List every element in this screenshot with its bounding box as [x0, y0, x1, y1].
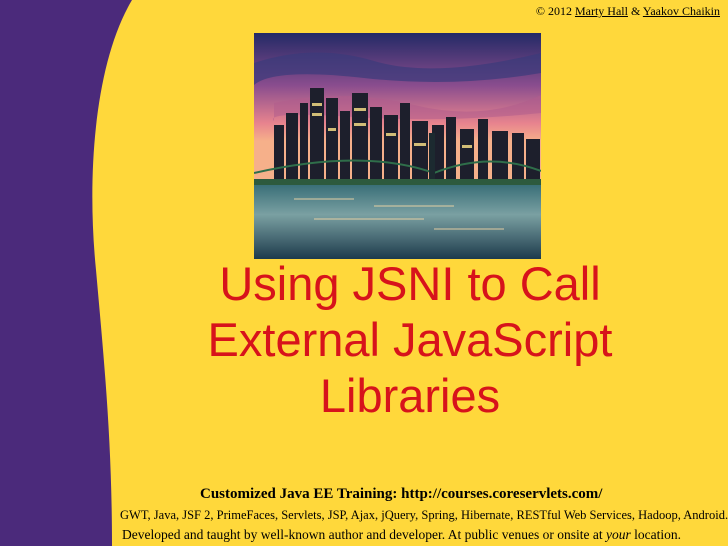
- author-link-yaakov-chaikin[interactable]: Yaakov Chaikin: [643, 4, 720, 18]
- developer-text-emphasis: your: [606, 527, 631, 542]
- title-line-3: Libraries: [319, 369, 501, 422]
- developer-line: Developed and taught by well-known autho…: [122, 527, 722, 543]
- title-line-1: Using JSNI to Call: [219, 257, 601, 310]
- city-skyline-photo: [254, 33, 541, 259]
- course-training-line: Customized Java EE Training: http://cour…: [200, 486, 603, 502]
- developer-text-start: Developed and taught by well-known autho…: [122, 527, 607, 542]
- topics-line: GWT, Java, JSF 2, PrimeFaces, Servlets, …: [120, 508, 728, 522]
- author-link-marty-hall[interactable]: Marty Hall: [575, 4, 628, 18]
- slide-title: Using JSNI to Call External JavaScript L…: [140, 256, 680, 424]
- slide: © 2012 Marty Hall & Yaakov Chaikin Using…: [0, 0, 728, 546]
- copyright-ampersand: &: [630, 4, 641, 18]
- copyright-prefix: © 2012: [535, 4, 572, 18]
- developer-text-end: location.: [630, 527, 682, 542]
- title-line-2: External JavaScript: [207, 313, 613, 366]
- copyright-line: © 2012 Marty Hall & Yaakov Chaikin: [536, 4, 720, 19]
